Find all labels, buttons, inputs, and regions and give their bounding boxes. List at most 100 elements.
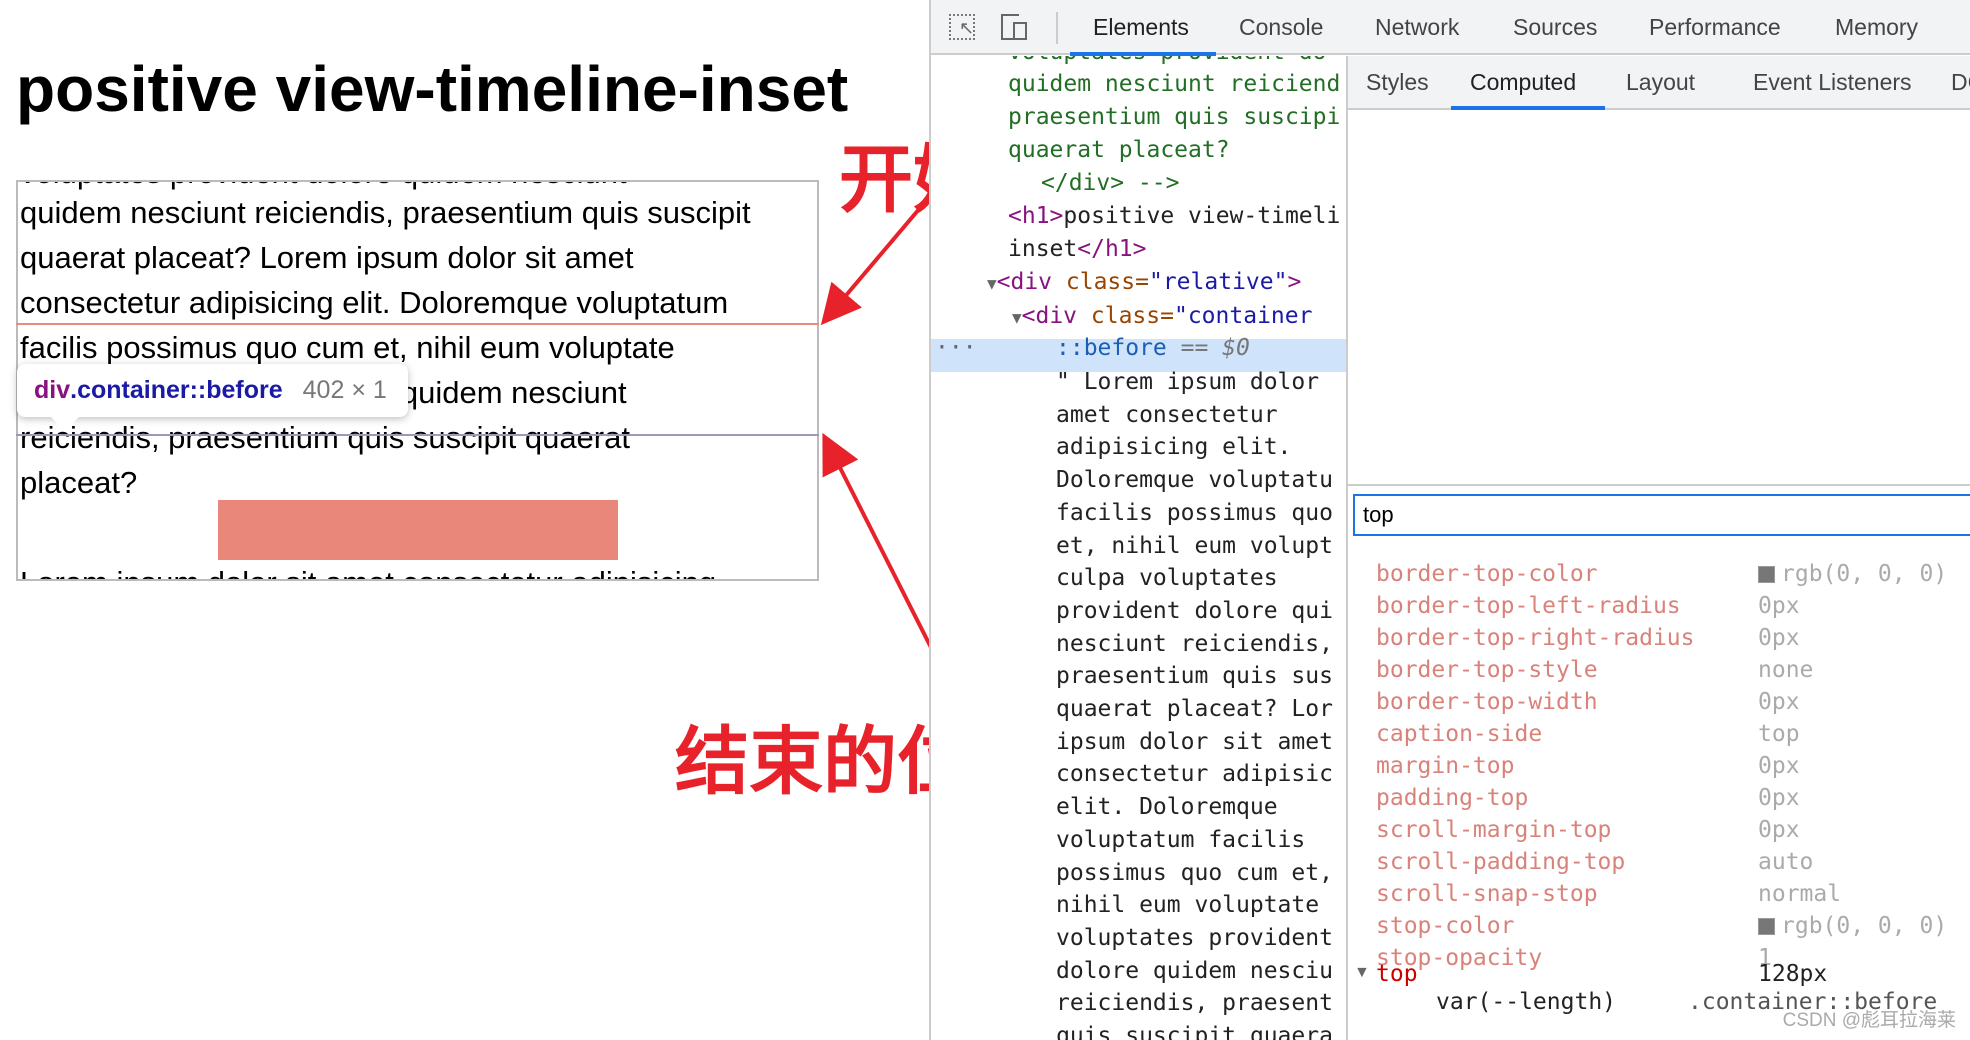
computed-prop-value: rgb(0, 0, 0) (1758, 561, 1947, 587)
h1-node[interactable]: <h1>positive view-timeli (1008, 200, 1340, 232)
value-text: top (1758, 721, 1800, 747)
before-node[interactable]: ::before == $0 (1056, 332, 1250, 364)
computed-prop-name[interactable]: border-top-color (1376, 561, 1598, 587)
text-node-line: amet consectetur (1056, 401, 1278, 428)
computed-prop-name[interactable]: caption-side (1376, 721, 1542, 747)
tab-network[interactable]: Network (1375, 14, 1459, 41)
active-subtab-indicator (1451, 106, 1605, 110)
toolbar-separator (1056, 12, 1058, 44)
text-node-line: voluptatum facilis (1056, 826, 1306, 853)
expand-triangle-icon[interactable]: ▼ (1012, 308, 1022, 327)
computed-prop-name[interactable]: scroll-padding-top (1376, 849, 1625, 875)
computed-prop-name[interactable]: border-top-right-radius (1376, 625, 1695, 651)
div-container-node[interactable]: ▼<div class="container (1012, 300, 1312, 334)
tab-elements[interactable]: Elements (1093, 14, 1189, 41)
code-line: quaerat placeat? (1008, 137, 1230, 163)
computed-filter-input[interactable] (1353, 494, 1970, 536)
node-text: inset (1008, 236, 1078, 262)
value-text: 0px (1758, 817, 1800, 843)
attr: class= (1090, 303, 1174, 329)
text-node-line: provident dolore qui (1056, 597, 1333, 624)
devtools-toolbar: ↖ Elements Console Network Sources Perfo… (931, 0, 1970, 56)
text-node-line: possimus quo cum et, (1056, 859, 1333, 886)
text-node-line: voluptates provident (1056, 924, 1333, 951)
value-text: none (1758, 657, 1814, 683)
computed-prop-value: 0px (1758, 593, 1800, 619)
divider (1348, 484, 1970, 486)
computed-prop-value: 0px (1758, 817, 1800, 843)
tab-event-listeners[interactable]: Event Listeners (1753, 69, 1912, 96)
color-swatch-icon[interactable] (1758, 918, 1775, 935)
text-node-line: ipsum dolor sit amet (1056, 728, 1333, 755)
tab-dom-breakpoints[interactable]: DC (1951, 69, 1970, 96)
code-line: praesentium quis suscipi (1008, 104, 1341, 130)
computed-prop-name[interactable]: padding-top (1376, 785, 1528, 811)
text-node-line: reiciendis, praesent (1056, 990, 1333, 1017)
computed-prop-value: 0px (1758, 625, 1800, 651)
text-node-line: Doloremque voluptatu (1056, 467, 1333, 494)
value-text: 0px (1758, 625, 1800, 651)
tag: <h1> (1008, 203, 1064, 229)
more-options-icon[interactable]: ··· (935, 332, 977, 364)
expand-triangle-icon[interactable]: ▼ (987, 274, 997, 293)
pseudo-element: ::before (1056, 335, 1167, 361)
tab-performance[interactable]: Performance (1649, 14, 1781, 41)
tab-sources[interactable]: Sources (1513, 14, 1597, 41)
computed-prop-value: 0px (1758, 753, 1800, 779)
div-relative-node[interactable]: ▼<div class="relative"> (987, 266, 1301, 300)
tag: <div (1021, 303, 1091, 329)
text-node-line: " Lorem ipsum dolor (1056, 369, 1320, 395)
expand-triangle-icon[interactable]: ▼ (1354, 964, 1370, 982)
computed-prop-name[interactable]: scroll-margin-top (1376, 817, 1611, 843)
value-text: 0px (1758, 689, 1800, 715)
text-node-line: elit. Doloremque (1056, 794, 1278, 821)
color-swatch-icon[interactable] (1758, 566, 1775, 583)
tag: </h1> (1077, 236, 1147, 262)
code-line: quidem nesciunt reiciend (1008, 71, 1341, 97)
attr-value: "container (1173, 303, 1313, 329)
computed-prop-value: top (1758, 721, 1800, 747)
computed-prop-value: 128px (1758, 961, 1828, 987)
computed-prop-name[interactable]: margin-top (1376, 753, 1514, 779)
tag: > (1287, 269, 1302, 295)
inspect-element-icon[interactable]: ↖ (949, 14, 975, 40)
computed-prop-name[interactable]: stop-color (1376, 913, 1514, 939)
text-node-line: quis suscipit quaera (1056, 1023, 1333, 1040)
computed-prop-name[interactable]: border-top-width (1376, 689, 1598, 715)
node-text: positive view-timeli (1063, 203, 1341, 229)
tab-console[interactable]: Console (1239, 14, 1323, 41)
elements-tree[interactable]: voluptates provident do quidem nesciunt … (931, 56, 1346, 1040)
text-node-line: quaerat placeat? Lor (1056, 696, 1333, 722)
tab-layout[interactable]: Layout (1626, 69, 1695, 96)
computed-prop-value: 0px (1758, 689, 1800, 715)
watermark: CSDN @彪耳拉海莱 (1782, 1010, 1956, 1031)
sidebar-tabs: Styles Computed Layout Event Listeners D… (1348, 56, 1970, 110)
computed-prop-name[interactable]: scroll-snap-stop (1376, 881, 1598, 907)
text-node-line: nihil eum voluptate (1056, 892, 1320, 919)
text-node-line: consectetur adipisic (1056, 761, 1333, 788)
code-line: </div> --> (1041, 170, 1180, 196)
value-text: 0px (1758, 753, 1800, 779)
tab-memory[interactable]: Memory (1835, 14, 1918, 41)
value-text: 0px (1758, 785, 1800, 811)
text-node-line: dolore quidem nesciu (1056, 957, 1333, 984)
value-text: 0px (1758, 593, 1800, 619)
tab-computed[interactable]: Computed (1470, 69, 1576, 96)
console-ref: == $0 (1166, 335, 1250, 361)
text-node-line: et, nihil eum volupt (1056, 532, 1333, 559)
attr-value: "relative" (1148, 269, 1288, 295)
computed-prop-name[interactable]: border-top-left-radius (1376, 593, 1681, 619)
text-node-line: praesentium quis sus (1056, 663, 1333, 690)
computed-prop-value: auto (1758, 849, 1813, 875)
value-text: rgb(0, 0, 0) (1781, 913, 1948, 939)
devtools-panel: ↖ Elements Console Network Sources Perfo… (929, 0, 1970, 1040)
tab-styles[interactable]: Styles (1366, 69, 1429, 96)
value-text: rgb(0, 0, 0) (1781, 561, 1948, 587)
text-node-line: adipisicing elit. (1056, 434, 1292, 461)
device-toolbar-icon[interactable] (1001, 14, 1031, 42)
computed-prop-name[interactable]: border-top-style (1376, 657, 1598, 683)
computed-prop-name: top (1376, 961, 1418, 987)
sidebar-pane: Styles Computed Layout Event Listeners D… (1346, 56, 1970, 1040)
computed-prop-value: rgb(0, 0, 0) (1758, 913, 1947, 939)
text-node-line: facilis possimus quo (1056, 499, 1333, 526)
